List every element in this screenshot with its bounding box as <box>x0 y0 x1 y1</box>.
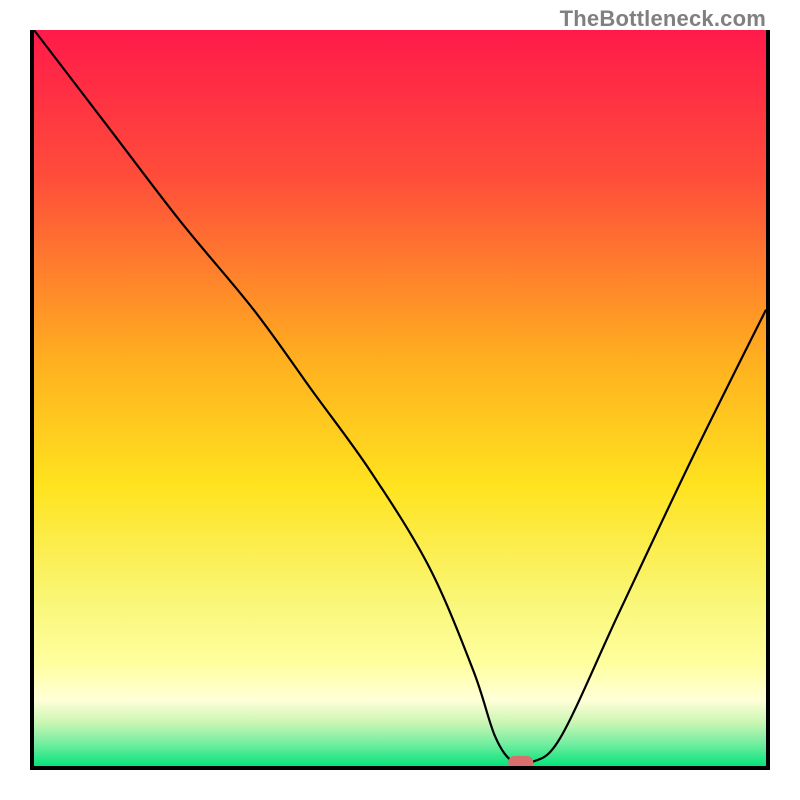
chart-frame <box>30 30 770 770</box>
watermark-text: TheBottleneck.com <box>560 6 766 32</box>
